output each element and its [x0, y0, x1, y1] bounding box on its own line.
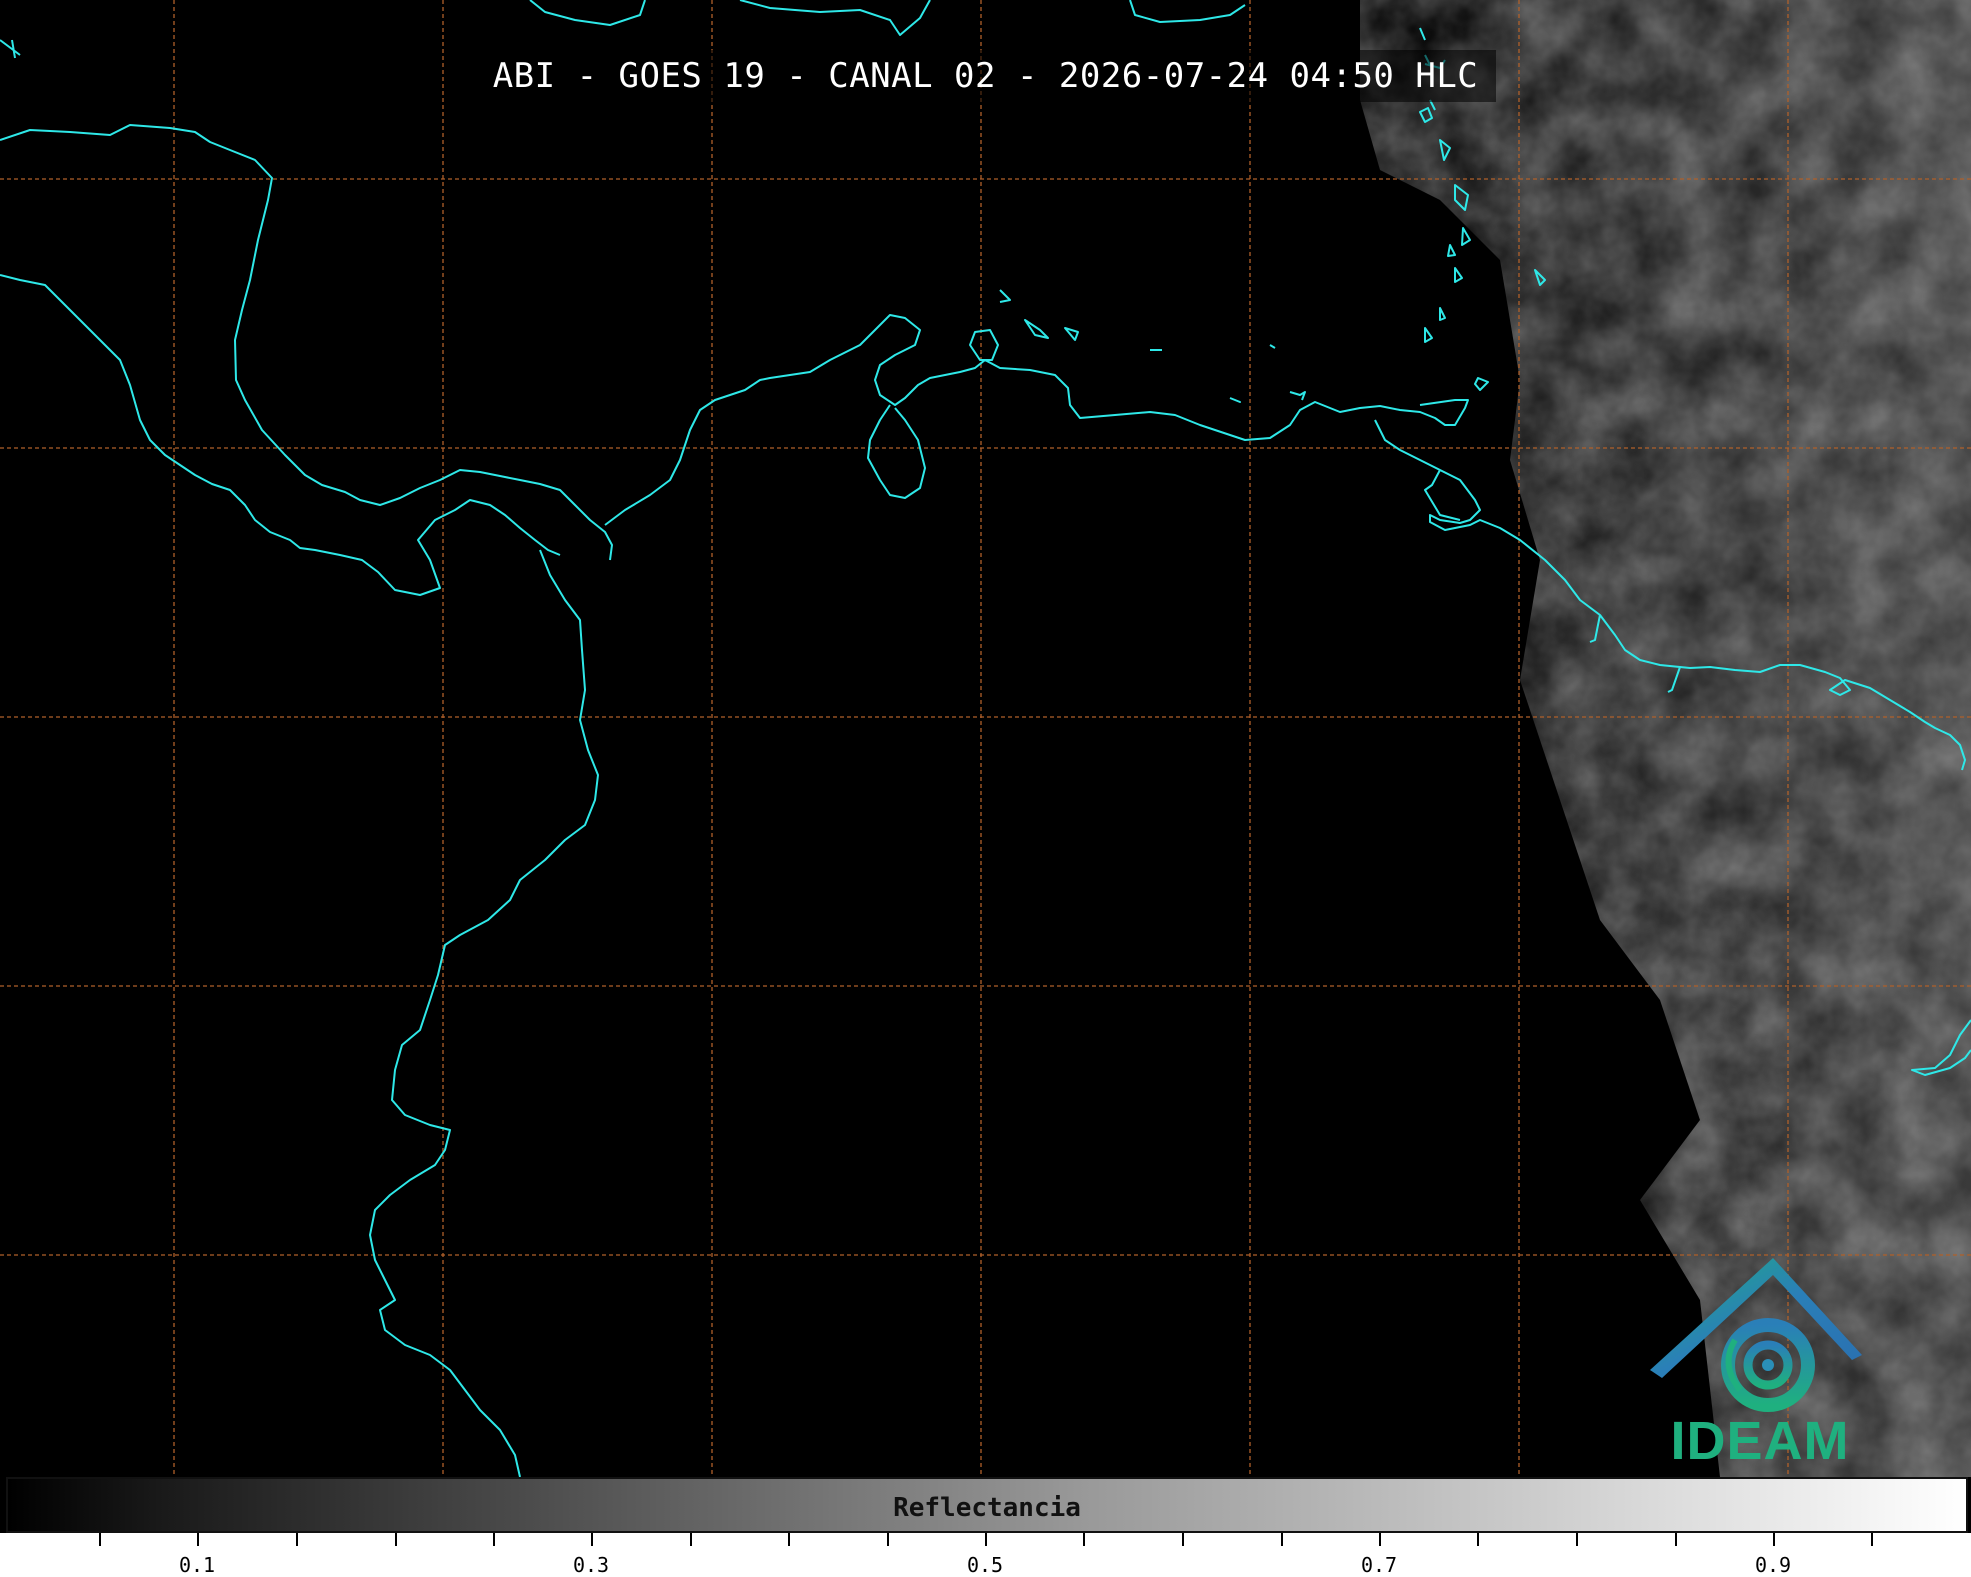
- major-tick: [591, 1533, 593, 1546]
- major-tick: [985, 1533, 987, 1546]
- logo-text: IDEAM: [1670, 1411, 1850, 1471]
- minor-tick: [1675, 1533, 1677, 1546]
- tick-label: 0.5: [966, 1553, 1004, 1577]
- minor-tick: [788, 1533, 790, 1546]
- major-tick: [1379, 1533, 1381, 1546]
- minor-tick: [887, 1533, 889, 1546]
- colorbar-axis: 0.1 0.3 0.5 0.7 0.9: [0, 1533, 1971, 1577]
- colorbar: Reflectancia: [6, 1477, 1968, 1533]
- minor-tick: [1871, 1533, 1873, 1546]
- minor-tick: [296, 1533, 298, 1546]
- minor-tick: [493, 1533, 495, 1546]
- major-tick: [1773, 1533, 1775, 1546]
- minor-tick: [1182, 1533, 1184, 1546]
- tick-label: 0.9: [1754, 1553, 1792, 1577]
- tick-label: 0.7: [1360, 1553, 1398, 1577]
- minor-tick: [690, 1533, 692, 1546]
- map-title: ABI - GOES 19 - CANAL 02 - 2026-07-24 04…: [0, 50, 1971, 102]
- tick-label: 0.1: [178, 1553, 216, 1577]
- minor-tick: [1576, 1533, 1578, 1546]
- minor-tick: [1083, 1533, 1085, 1546]
- map-title-text: ABI - GOES 19 - CANAL 02 - 2026-07-24 04…: [474, 50, 1497, 102]
- minor-tick: [1477, 1533, 1479, 1546]
- minor-tick: [395, 1533, 397, 1546]
- tick-label: 0.3: [572, 1553, 610, 1577]
- minor-tick: [1281, 1533, 1283, 1546]
- minor-tick: [99, 1533, 101, 1546]
- colorbar-label: Reflectancia: [893, 1493, 1081, 1523]
- major-tick: [197, 1533, 199, 1546]
